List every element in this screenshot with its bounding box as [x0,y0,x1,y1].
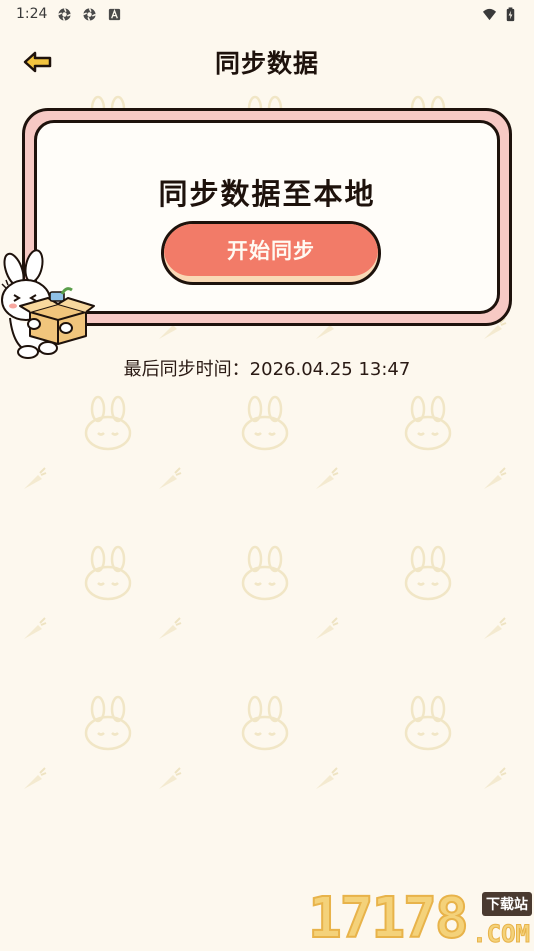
last-sync-label: 最后同步时间： [123,359,250,380]
bunny-pattern-icon [404,395,452,451]
carrot-pattern-icon [484,617,507,639]
bunny-pattern-icon [404,695,452,751]
bunny-pattern-icon [84,395,132,451]
gear-icon [83,7,97,21]
carrot-pattern-icon [24,767,47,789]
watermark-suffix: .COM [472,920,531,949]
carrot-pattern-icon [316,767,339,789]
carrot-pattern-icon [24,467,47,489]
carrot-pattern-icon [316,617,339,639]
bunny-pattern-icon [404,545,452,601]
bunny-pattern-icon [241,545,289,601]
last-sync-value: 2026.04.25 13:47 [249,359,411,380]
bunny-carrying-box-illustration [1,249,95,359]
carrot-pattern-icon [484,467,507,489]
bunny-pattern-icon [241,395,289,451]
last-sync-time: 最后同步时间：2026.04.25 13:47 [0,355,534,381]
header: 同步数据 [0,36,534,88]
watermark-number: 17178 [307,886,470,951]
wifi-icon [482,8,497,20]
card-heading: 同步数据至本地 [158,177,376,211]
bunny-pattern-icon [84,545,132,601]
carrot-pattern-icon [159,767,182,789]
carrot-pattern-icon [484,767,507,789]
page-title: 同步数据 [214,49,319,78]
sync-card-inner: 同步数据至本地 开始同步 [34,120,500,314]
font-icon [109,8,121,20]
carrot-pattern-icon [24,617,47,639]
battery-charging-icon [506,6,515,21]
status-bar: 1:24 [0,0,534,28]
watermark-tag: 下载站 [482,892,532,916]
carrot-pattern-icon [159,467,182,489]
carrot-pattern-icon [159,617,182,639]
gear-icon [58,7,72,21]
site-watermark: 17178 下载站 .COM [307,886,534,951]
bunny-pattern-icon [84,695,132,751]
carrot-pattern-icon [316,467,339,489]
bunny-pattern-icon [241,695,289,751]
start-sync-button[interactable]: 开始同步 [161,221,381,285]
start-sync-label: 开始同步 [164,224,378,276]
status-time: 1:24 [16,6,48,22]
